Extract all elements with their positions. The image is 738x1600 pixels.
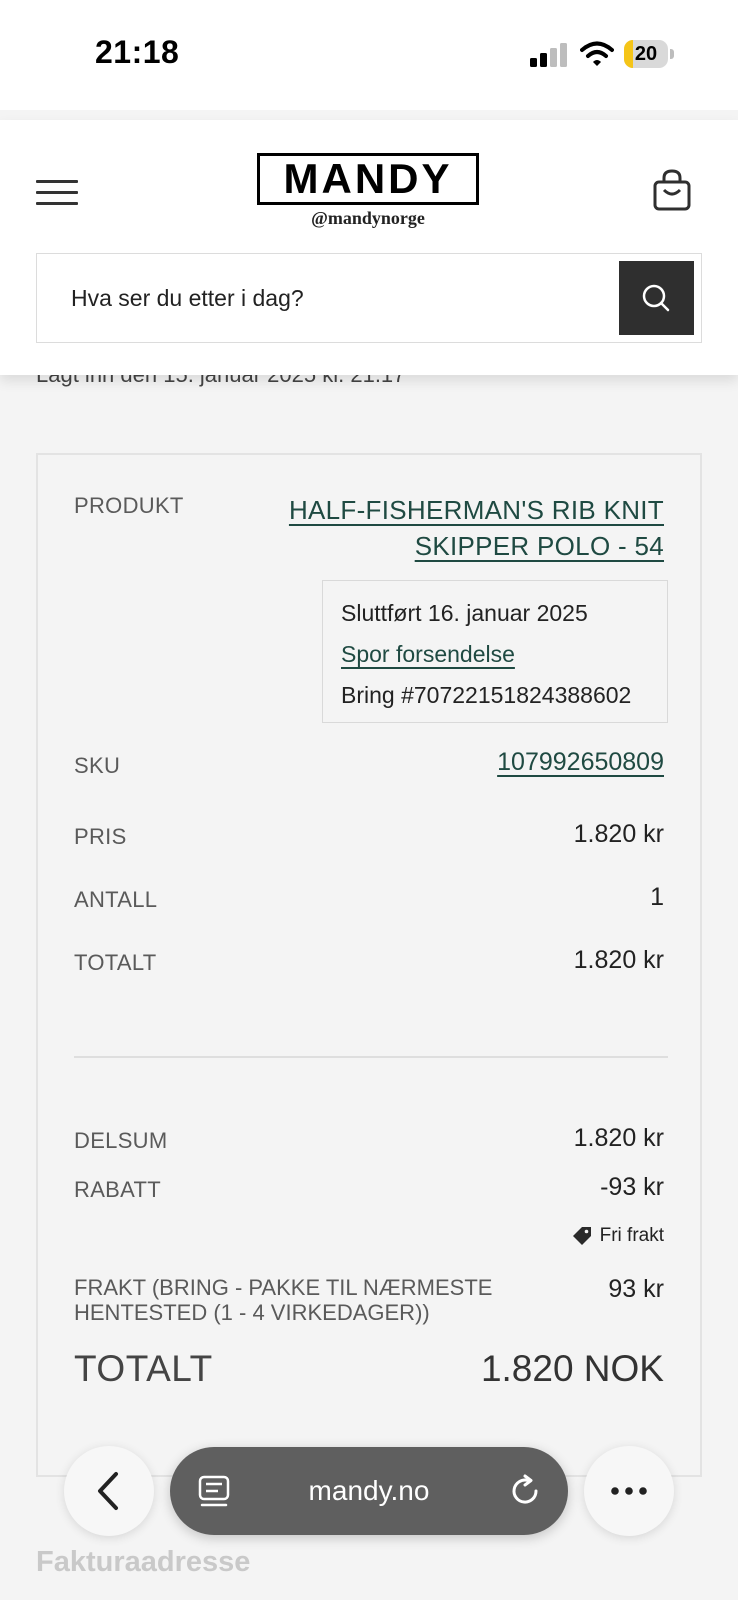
site-header: MANDY @mandynorge <box>0 120 738 375</box>
quantity-label: ANTALL <box>74 887 158 912</box>
discount-label: RABATT <box>74 1177 161 1202</box>
sku-label: SKU <box>74 753 121 778</box>
tracking-number: Bring #70722151824388602 <box>341 682 632 708</box>
brand-handle: @mandynorge <box>311 208 425 228</box>
wifi-icon <box>580 41 614 66</box>
shipment-info: Sluttført 16. januar 2025 Spor forsendel… <box>322 580 668 723</box>
cellular-signal-icon <box>530 43 567 67</box>
battery-icon: 20 <box>624 40 674 68</box>
product-name[interactable]: HALF-FISHERMAN'S RIB KNIT SKIPPER POLO -… <box>289 495 664 561</box>
subtotal-value: 1.820 kr <box>573 1124 664 1152</box>
more-options-button[interactable] <box>584 1446 674 1536</box>
reload-icon[interactable] <box>508 1474 542 1508</box>
order-details-card: PRODUKT HALF-FISHERMAN'S RIB KNIT SKIPPE… <box>36 453 702 1477</box>
product-link[interactable]: HALF-FISHERMAN'S RIB KNIT SKIPPER POLO -… <box>284 492 664 564</box>
search-button[interactable] <box>619 261 694 335</box>
tag-icon <box>572 1227 591 1245</box>
chevron-left-icon <box>98 1472 118 1510</box>
discount-value: -93 kr <box>600 1173 664 1201</box>
search-icon <box>642 284 670 312</box>
shopping-bag-icon[interactable] <box>652 168 692 212</box>
track-shipment-link[interactable]: Spor forsendelse <box>341 641 515 667</box>
grand-total-value: 1.820 NOK <box>480 1348 664 1389</box>
item-total-value: 1.820 kr <box>573 946 664 974</box>
search-input[interactable] <box>37 254 612 342</box>
product-label: PRODUKT <box>74 493 184 518</box>
subtotal-label: DELSUM <box>74 1128 168 1153</box>
quantity-value: 1 <box>650 883 664 911</box>
status-time: 21:18 <box>95 34 180 70</box>
coupon-name: Fri frakt <box>599 1225 664 1246</box>
status-bar: 21:18 20 <box>0 0 738 110</box>
hamburger-menu-icon[interactable] <box>36 180 78 206</box>
battery-level: 20 <box>634 43 658 65</box>
item-total-label: TOTALT <box>74 950 157 975</box>
shipment-completed: Sluttført 16. januar 2025 <box>341 600 588 626</box>
coupon-badge: Fri frakt <box>572 1225 664 1247</box>
sku-link[interactable]: 107992650809 <box>497 748 664 776</box>
divider <box>74 1056 668 1058</box>
ellipsis-icon <box>611 1487 647 1495</box>
address-bar[interactable]: mandy.no <box>170 1447 568 1535</box>
search-bar <box>36 253 702 343</box>
browser-back-button[interactable] <box>64 1446 154 1536</box>
grand-total-label: TOTALT <box>74 1348 213 1389</box>
price-label: PRIS <box>74 824 127 849</box>
shipping-label: FRAKT (BRING - PAKKE TIL NÆRMESTE HENTES… <box>74 1275 493 1325</box>
brand-logo[interactable]: MANDY <box>257 153 479 205</box>
shipping-value: 93 kr <box>608 1275 664 1303</box>
price-value: 1.820 kr <box>573 820 664 848</box>
billing-address-heading: Fakturaadresse <box>36 1546 251 1578</box>
